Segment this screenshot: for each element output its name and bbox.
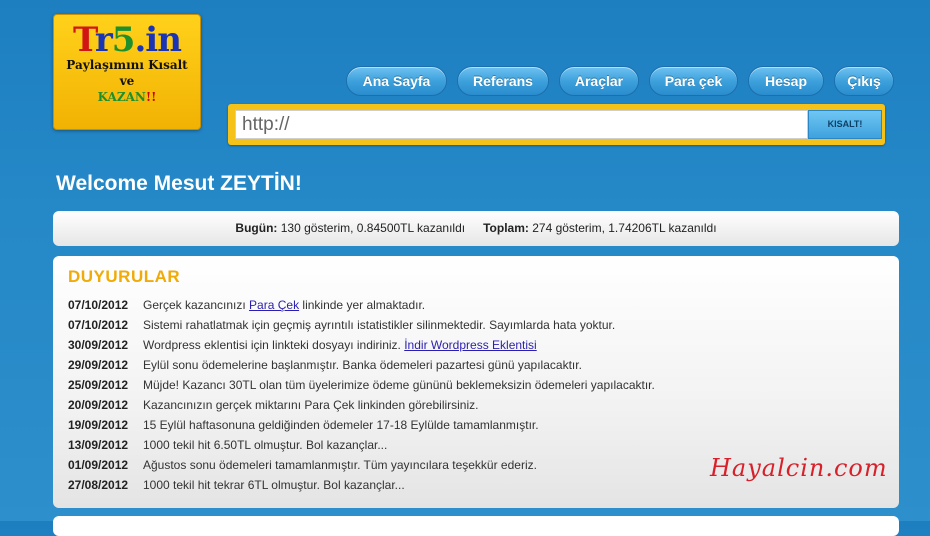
url-input[interactable]	[235, 110, 808, 139]
announcement-item: 29/09/2012 Eylül sonu ödemelerine başlanm…	[68, 355, 655, 375]
announcement-text: Ağustos sonu ödemeleri tamamlanmıştır. T…	[143, 458, 537, 472]
watermark-text: Hayalcin.com	[710, 454, 888, 482]
announcement-item: 07/10/2012 Sistemi rahatlatmak için geçmi…	[68, 315, 655, 335]
logo-tagline-2: ve	[119, 74, 135, 88]
announcement-item: 20/09/2012 Kazancınızın gerçek miktarını …	[68, 395, 655, 415]
announcement-text: Eylül sonu ödemelerine başlanmıştır. Ban…	[143, 358, 582, 372]
announcement-item: 27/08/2012 1000 tekil hit tekrar 6TL olmu…	[68, 475, 655, 495]
shorten-button[interactable]: KISALT!	[808, 110, 882, 139]
announcement-date: 13/09/2012	[68, 438, 129, 452]
announcement-text: Sistemi rahatlatmak için geçmiş ayrıntıl…	[143, 318, 616, 332]
announcement-text: 1000 tekil hit 6.50TL olmuştur. Bol kaza…	[143, 438, 388, 452]
logo-tagline-1: Paylaşımını Kısalt	[66, 58, 188, 72]
nav-account-button[interactable]: Hesap	[748, 66, 824, 96]
nav-reference-button[interactable]: Referans	[457, 66, 549, 96]
today-value: 130 gösterim, 0.84500TL kazanıldı	[280, 221, 466, 235]
earnings-summary: Bugün: 130 gösterim, 0.84500TL kazanıldı…	[53, 211, 899, 246]
logo-title: Tr5.in	[73, 20, 182, 60]
url-shortener-bar: KISALT!	[228, 104, 885, 145]
nav-withdraw-button[interactable]: Para çek	[649, 66, 738, 96]
announcement-item: 30/09/2012 Wordpress eklentisi için linkt…	[68, 335, 655, 355]
announcement-date: 19/09/2012	[68, 418, 129, 432]
announcements-list: 07/10/2012 Gerçek kazancınızı Para Çek li…	[68, 295, 655, 495]
welcome-heading: Welcome Mesut ZEYTİN!	[56, 172, 302, 195]
announcement-item: 19/09/2012 15 Eylül haftasonuna geldiğind…	[68, 415, 655, 435]
today-label: Bugün:	[235, 221, 278, 235]
announcement-item: 07/10/2012 Gerçek kazancınızı Para Çek li…	[68, 295, 655, 315]
announcement-item: 25/09/2012 Müjde! Kazancı 30TL olan tüm ü…	[68, 375, 655, 395]
announcement-date: 29/09/2012	[68, 358, 129, 372]
announcement-date: 07/10/2012	[68, 318, 129, 332]
total-label: Toplam:	[483, 221, 529, 235]
logo-tagline-3: KAZAN!!	[97, 90, 157, 104]
wordpress-plugin-link[interactable]: İndir Wordpress Eklentisi	[404, 338, 537, 352]
announcement-text: 1000 tekil hit tekrar 6TL olmuştur. Bol …	[143, 478, 405, 492]
announcement-item: 13/09/2012 1000 tekil hit 6.50TL olmuştur…	[68, 435, 655, 455]
announcement-date: 07/10/2012	[68, 298, 129, 312]
announcement-date: 25/09/2012	[68, 378, 129, 392]
announcement-date: 20/09/2012	[68, 398, 129, 412]
announcements-panel: DUYURULAR 07/10/2012 Gerçek kazancınızı P…	[53, 256, 899, 508]
announcement-text: Gerçek kazancınızı	[143, 298, 250, 312]
nav-logout-button[interactable]: Çıkış	[834, 66, 894, 96]
site-logo[interactable]: Tr5.in Paylaşımını Kısalt ve KAZAN!!	[53, 14, 201, 130]
announcement-text: Müjde! Kazancı 30TL olan tüm üyelerimize…	[143, 378, 655, 392]
announcement-date: 30/09/2012	[68, 338, 129, 352]
next-panel	[53, 516, 899, 536]
nav-home-button[interactable]: Ana Sayfa	[346, 66, 447, 96]
announcement-text: 15 Eylül haftasonuna geldiğinden ödemele…	[143, 418, 539, 432]
announcement-item: 01/09/2012 Ağustos sonu ödemeleri tamamla…	[68, 455, 655, 475]
announcements-title: DUYURULAR	[68, 267, 181, 286]
withdraw-link[interactable]: Para Çek	[249, 298, 299, 312]
announcement-date: 27/08/2012	[68, 478, 129, 492]
nav-tools-button[interactable]: Araçlar	[559, 66, 639, 96]
announcement-date: 01/09/2012	[68, 458, 129, 472]
announcement-text: Kazancınızın gerçek miktarını Para Çek l…	[143, 398, 479, 412]
announcement-text-after: linkinde yer almaktadır.	[299, 298, 426, 312]
announcement-text: Wordpress eklentisi için linkteki dosyay…	[143, 338, 405, 352]
total-value: 274 gösterim, 1.74206TL kazanıldı	[532, 221, 717, 235]
